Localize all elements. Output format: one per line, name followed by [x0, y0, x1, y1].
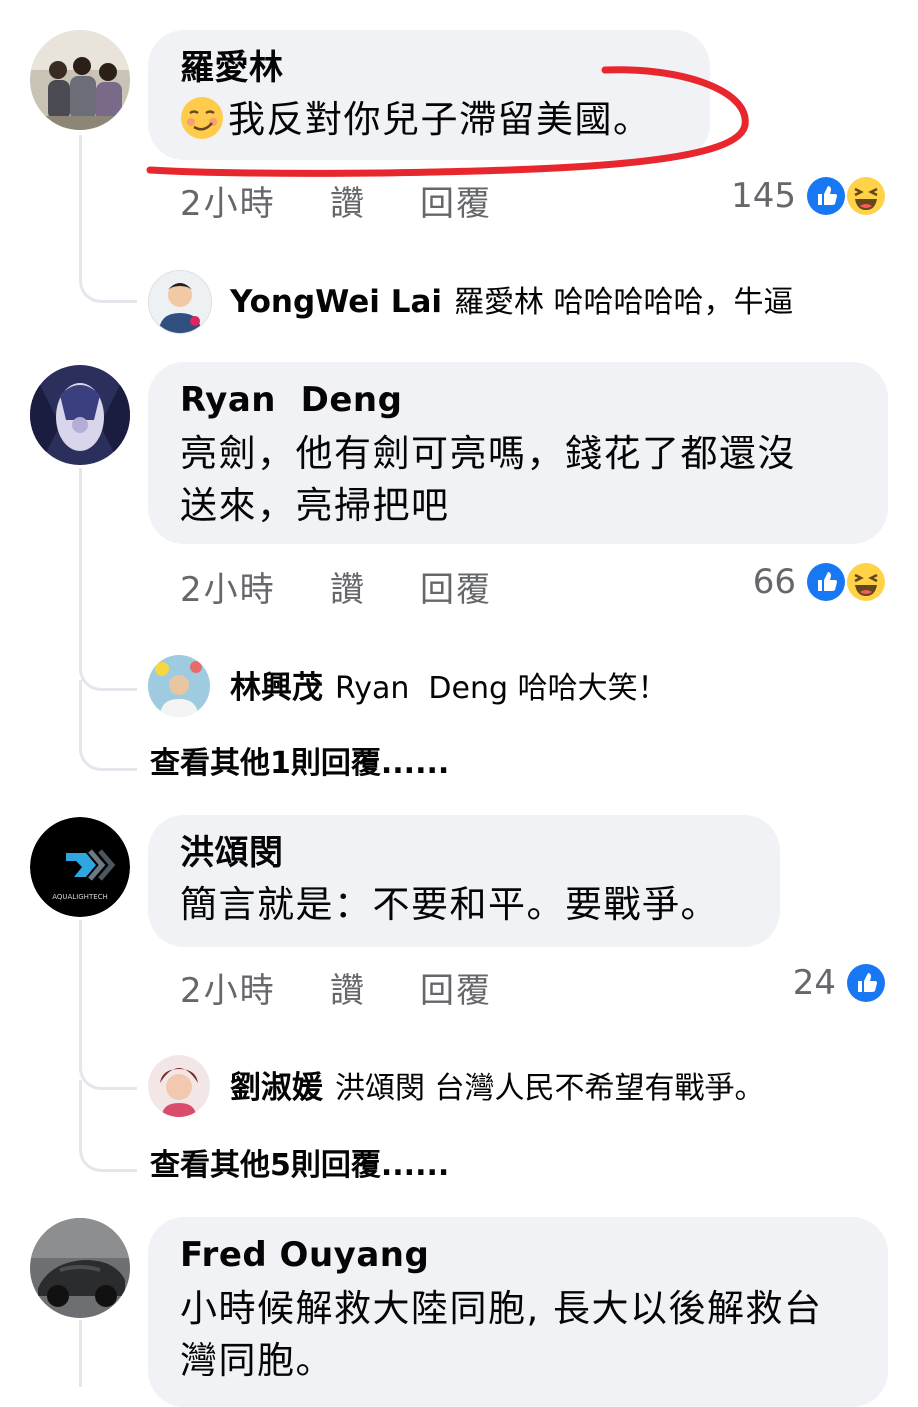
reply-button[interactable]: 回覆	[420, 562, 492, 611]
haha-icon	[846, 562, 886, 602]
reply-author[interactable]: YongWei Lai	[230, 284, 442, 320]
reply-item: 林興茂 Ryan Deng 哈哈大笑！	[230, 668, 668, 709]
comment-author[interactable]: Ryan Deng	[180, 380, 856, 420]
thread-line	[79, 920, 82, 1070]
reply-author[interactable]: 林興茂	[230, 670, 323, 706]
comment-text: 簡言就是：不要和平。要戰爭。	[180, 883, 719, 926]
reaction-count[interactable]: 66	[700, 562, 796, 602]
reaction-count[interactable]: 24	[740, 963, 836, 1003]
reply-text: 羅愛林 哈哈哈哈哈，牛逼	[454, 285, 794, 320]
comment-text: 亮劍，他有劍可亮嗎，錢花了都還沒 送來，亮掃把吧	[180, 432, 796, 527]
reply-author[interactable]: 劉淑媛	[230, 1070, 323, 1106]
reply-button[interactable]: 回覆	[420, 963, 492, 1012]
avatar[interactable]	[30, 30, 130, 130]
avatar-caption: AQUALIGHTECH	[52, 893, 108, 901]
comment-author[interactable]: 洪頌閔	[180, 833, 748, 873]
avatar[interactable]	[30, 1218, 130, 1318]
thread-elbow	[79, 680, 137, 771]
avatar[interactable]	[148, 270, 212, 334]
reply-item: YongWei Lai 羅愛林 哈哈哈哈哈，牛逼	[230, 282, 794, 323]
like-button[interactable]: 讚	[330, 963, 366, 1012]
comment-time[interactable]: 2小時	[180, 562, 276, 611]
like-button[interactable]: 讚	[330, 562, 366, 611]
thread-elbow	[79, 1080, 137, 1172]
comment-text: 小時候解救大陸同胞, 長大以後解救台 灣同胞。	[180, 1287, 823, 1382]
like-icon	[806, 176, 846, 216]
comment-bubble: 洪頌閔 簡言就是：不要和平。要戰爭。	[148, 815, 780, 947]
thread-line	[79, 135, 82, 265]
avatar[interactable]	[148, 655, 210, 717]
like-button[interactable]: 讚	[330, 176, 366, 225]
reaction-count[interactable]: 145	[700, 176, 796, 216]
reply-text: Ryan Deng 哈哈大笑！	[335, 671, 668, 706]
comment-time[interactable]: 2小時	[180, 963, 276, 1012]
like-icon	[846, 963, 886, 1003]
reply-text: 洪頌閔 台灣人民不希望有戰爭。	[335, 1071, 765, 1106]
comment-bubble: Ryan Deng 亮劍，他有劍可亮嗎，錢花了都還沒 送來，亮掃把吧	[148, 362, 888, 544]
thread-elbow	[79, 250, 137, 303]
red-annotation-stroke	[146, 66, 749, 177]
like-icon	[806, 562, 846, 602]
avatar[interactable]	[30, 365, 130, 465]
thread-line	[79, 468, 82, 668]
reply-button[interactable]: 回覆	[420, 176, 492, 225]
comment-bubble: Fred Ouyang 小時候解救大陸同胞, 長大以後解救台 灣同胞。	[148, 1217, 888, 1407]
view-more-replies-link[interactable]: 查看其他1則回覆......	[150, 738, 449, 782]
thread-line	[79, 1320, 82, 1387]
reply-item: 劉淑媛 洪頌閔 台灣人民不希望有戰爭。	[230, 1068, 765, 1109]
avatar[interactable]: AQUALIGHTECH	[30, 817, 130, 917]
haha-icon	[846, 176, 886, 216]
comment-author[interactable]: Fred Ouyang	[180, 1235, 856, 1275]
avatar[interactable]	[148, 1055, 210, 1117]
comment-time[interactable]: 2小時	[180, 176, 276, 225]
view-more-replies-link[interactable]: 查看其他5則回覆......	[150, 1140, 449, 1184]
